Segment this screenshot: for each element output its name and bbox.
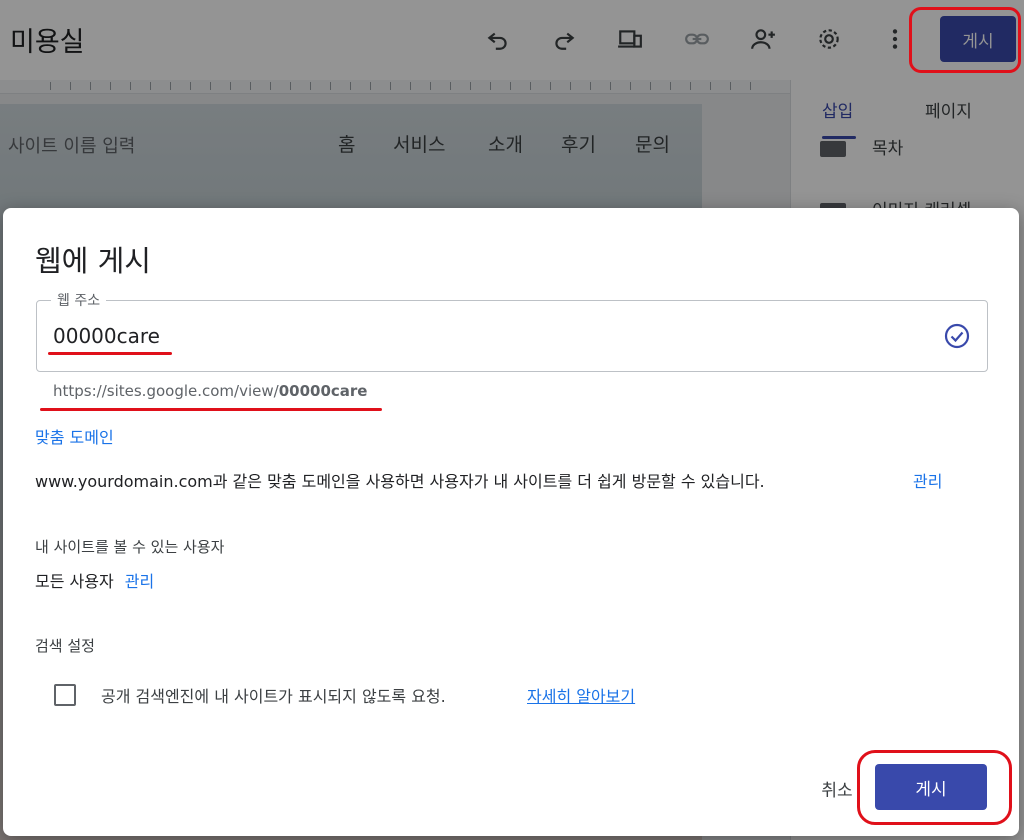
annotation-underline-address	[48, 352, 172, 355]
search-opt-out-label[interactable]: 공개 검색엔진에 내 사이트가 표시되지 않도록 요청.	[101, 683, 446, 707]
search-opt-out-checkbox[interactable]	[54, 684, 76, 706]
viewers-heading: 내 사이트를 볼 수 있는 사용자	[35, 538, 225, 556]
url-preview: https://sites.google.com/view/00000care	[53, 382, 367, 400]
custom-domain-description: www.yourdomain.com과 같은 맞춤 도메인을 사용하면 사용자가…	[35, 472, 765, 491]
viewers-manage-link[interactable]: 관리	[125, 572, 154, 591]
url-slug: 00000care	[278, 382, 368, 400]
web-address-input[interactable]	[53, 319, 913, 353]
custom-domain-heading: 맞춤 도메인	[35, 428, 114, 447]
viewers-row: 모든 사용자 관리	[35, 568, 154, 592]
viewers-value: 모든 사용자	[35, 572, 114, 591]
search-settings-heading: 검색 설정	[35, 637, 95, 655]
annotation-circle-dialog-publish	[857, 750, 1012, 825]
web-address-field[interactable]: 웹 주소	[36, 290, 988, 372]
annotation-underline-url	[40, 408, 382, 411]
check-circle-icon	[944, 323, 970, 349]
web-address-label: 웹 주소	[51, 290, 107, 310]
custom-domain-manage-link[interactable]: 관리	[913, 468, 942, 492]
learn-more-link[interactable]: 자세히 알아보기	[527, 683, 635, 707]
annotation-circle-toolbar-publish	[909, 7, 1021, 73]
dialog-title: 웹에 게시	[35, 244, 151, 278]
publish-dialog: 웹에 게시 웹 주소 https://sites.google.com/view…	[3, 208, 1019, 836]
url-prefix: https://sites.google.com/view/	[53, 382, 279, 400]
